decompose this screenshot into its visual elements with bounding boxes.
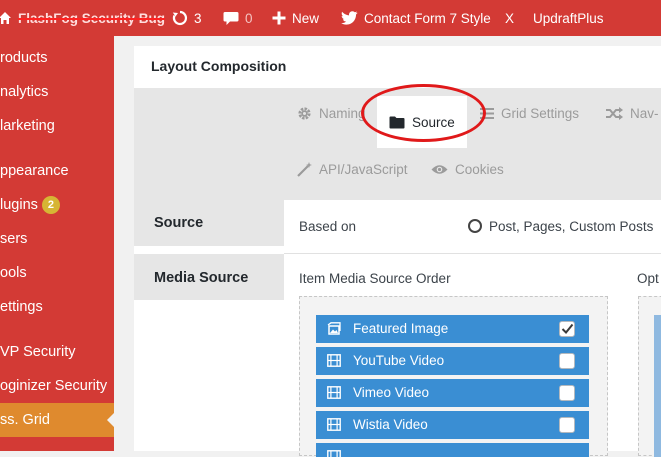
home-icon <box>0 12 11 24</box>
annotation-circle <box>361 84 486 142</box>
tab-naming[interactable]: Naming <box>297 106 366 121</box>
contact-form-style-link[interactable]: Contact Form 7 Style <box>341 0 491 36</box>
sidebar-item-appearance[interactable]: ppearance <box>0 154 114 188</box>
checkmark-icon <box>561 323 574 334</box>
media-source-checkbox[interactable] <box>559 417 575 433</box>
media-source-sortable-list: Featured Image YouTube Video Vimeo Video… <box>299 296 608 457</box>
radio-label: Post, Pages, Custom Posts <box>489 219 654 234</box>
media-source-name: Featured Image <box>353 321 449 336</box>
updates-count: 3 <box>194 10 202 26</box>
list-item[interactable]: Wistia Video <box>316 411 589 439</box>
sidebar-item-tools[interactable]: ools <box>0 256 114 290</box>
media-source-name: Vimeo Video <box>353 385 430 400</box>
media-source-checkbox[interactable] <box>559 385 575 401</box>
sidebar-item-label: roducts <box>0 50 48 66</box>
film-icon <box>327 450 341 457</box>
source-section-label: Source <box>154 215 204 231</box>
media-source-section-header: Media Source <box>134 254 284 300</box>
sidebar-item-wp-security[interactable]: VP Security <box>0 335 114 369</box>
sidebar-item-users[interactable]: sers <box>0 222 114 256</box>
magic-wand-icon <box>297 162 312 177</box>
list-item[interactable] <box>316 443 589 457</box>
based-on-label: Based on <box>299 219 357 234</box>
site-home-link[interactable]: FlashFog Security Bug <box>0 0 165 36</box>
options-label: Opt <box>637 271 659 286</box>
new-label: New <box>292 10 320 26</box>
tab-label: API/JavaScript <box>319 162 408 177</box>
tab-cookies[interactable]: Cookies <box>431 162 504 177</box>
sidebar-item-settings[interactable]: ettings <box>0 290 114 324</box>
plugins-update-badge: 2 <box>41 196 60 214</box>
list-item[interactable]: Vimeo Video <box>316 379 589 407</box>
sidebar-item-label: lugins <box>0 197 38 213</box>
sidebar-item-label: oginizer Security <box>0 378 108 394</box>
sidebar-item-label: ettings <box>0 299 43 315</box>
updraftplus-link[interactable]: UpdraftPlus <box>533 0 604 36</box>
tab-nav[interactable]: Nav- <box>606 106 659 121</box>
sidebar-item-products[interactable]: roducts <box>0 41 114 75</box>
plus-icon <box>272 11 286 25</box>
x-label: X <box>505 10 515 26</box>
layout-composition-panel: Layout Composition Naming Source Grid Se… <box>134 46 661 457</box>
media-source-name: YouTube Video <box>353 353 445 368</box>
media-source-order-label: Item Media Source Order <box>299 271 451 286</box>
admin-bar: FlashFog Security Bug 3 0 New Contact Fo… <box>0 0 661 36</box>
film-icon <box>327 386 341 399</box>
based-on-radio-post-pages[interactable]: Post, Pages, Custom Posts <box>468 219 661 237</box>
panel-title: Layout Composition <box>151 58 287 74</box>
contact-form-style-label: Contact Form 7 Style <box>364 10 491 26</box>
active-menu-arrow <box>107 412 114 428</box>
comments-count: 0 <box>245 10 253 26</box>
sidebar-item-analytics[interactable]: nalytics <box>0 75 114 109</box>
divider <box>284 253 661 254</box>
admin-sidebar: roducts nalytics larketing ppearance lug… <box>0 36 114 451</box>
refresh-icon <box>172 10 188 26</box>
sidebar-item-label: nalytics <box>0 84 49 100</box>
image-icon <box>327 322 341 335</box>
media-source-section-label: Media Source <box>154 270 249 286</box>
shuffle-icon <box>606 107 623 120</box>
media-source-name: Wistia Video <box>353 417 428 432</box>
sidebar-item-ess-grid[interactable]: ss. Grid <box>0 403 114 437</box>
sidebar-item-label: ppearance <box>0 163 69 179</box>
sidebar-item-label: ools <box>0 265 27 281</box>
media-source-checkbox[interactable] <box>559 321 575 337</box>
source-section-header: Source <box>134 200 284 246</box>
sidebar-item-label: larketing <box>0 118 55 134</box>
gear-icon <box>298 107 311 120</box>
twitter-bird-icon <box>341 11 358 25</box>
film-icon <box>327 418 341 431</box>
tab-label: Cookies <box>455 162 504 177</box>
comment-icon <box>223 11 239 25</box>
comments-link[interactable]: 0 <box>223 0 253 36</box>
media-source-checkbox[interactable] <box>559 353 575 369</box>
list-item[interactable]: Featured Image <box>316 315 589 343</box>
tab-label: Nav- <box>630 106 659 121</box>
sidebar-item-label: sers <box>0 231 28 247</box>
updraftplus-label: UpdraftPlus <box>533 10 604 26</box>
sidebar-item-marketing[interactable]: larketing <box>0 109 114 143</box>
site-name: FlashFog Security Bug <box>18 10 166 26</box>
x-link[interactable]: X <box>505 0 514 36</box>
sidebar-item-loginizer-security[interactable]: oginizer Security <box>0 369 114 403</box>
tab-grid-settings[interactable]: Grid Settings <box>480 106 579 121</box>
tab-label: Naming <box>319 106 366 121</box>
tab-api-javascript[interactable]: API/JavaScript <box>297 162 408 177</box>
options-sortable-list <box>638 296 661 457</box>
options-item-strip <box>654 315 661 457</box>
radio-button[interactable] <box>468 219 482 233</box>
sidebar-item-label: VP Security <box>0 344 76 360</box>
sidebar-item-label: ss. Grid <box>0 412 50 428</box>
eye-icon <box>431 165 448 174</box>
film-icon <box>327 354 341 367</box>
updates-link[interactable]: 3 <box>172 0 202 36</box>
list-item[interactable]: YouTube Video <box>316 347 589 375</box>
new-content-link[interactable]: New <box>272 0 319 36</box>
tab-label: Grid Settings <box>501 106 580 121</box>
sidebar-item-plugins[interactable]: lugins 2 <box>0 188 114 222</box>
